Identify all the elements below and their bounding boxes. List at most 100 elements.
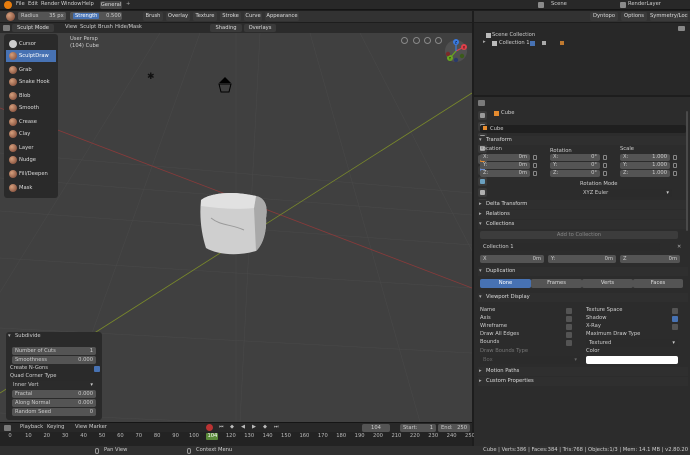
scale-x-field[interactable]: X: 1.000 [620, 154, 670, 161]
dup-none-button[interactable]: None [480, 279, 531, 288]
location-z-field[interactable]: Z: 0m [480, 170, 530, 177]
vd-color-swatch[interactable] [586, 356, 678, 364]
jump-end-icon[interactable]: ⏭ [274, 424, 279, 431]
play-icon[interactable]: ▶ [252, 424, 256, 430]
rotation-z-field[interactable]: Z: 0° [550, 170, 600, 177]
tool-cursor[interactable]: Cursor [6, 38, 56, 50]
vd-alledges-checkbox[interactable] [566, 332, 572, 338]
dup-faces-button[interactable]: Faces [633, 279, 683, 288]
lock-icon[interactable] [603, 163, 607, 168]
add-to-collection-button[interactable]: Add to Collection [480, 231, 678, 239]
scale-z-field[interactable]: Z: 1.000 [620, 170, 670, 177]
outliner-scene-collection[interactable]: Scene Collection [492, 32, 535, 39]
tool-nudge[interactable]: Nudge [6, 154, 56, 166]
symmetry-menu[interactable]: Symmetry/Lock [650, 12, 688, 21]
lock-icon[interactable] [533, 163, 537, 168]
motion-paths-panel[interactable]: ▸ Motion Paths [478, 367, 688, 376]
rotation-mode-select[interactable]: XYZ Euler ▾ [580, 189, 672, 197]
end-frame-field[interactable]: End: 250 [438, 424, 470, 432]
smoothness-field[interactable]: Smoothness 0.000 [12, 356, 96, 364]
vd-texspace-checkbox[interactable] [672, 308, 678, 314]
blender-logo-icon[interactable] [4, 1, 12, 9]
vd-bounds-checkbox[interactable] [566, 340, 572, 346]
collection-remove-icon[interactable]: ✕ [677, 244, 681, 250]
properties-tab-0-icon[interactable] [478, 111, 487, 120]
rotation-y-field[interactable]: Y: 0° [550, 162, 600, 169]
object-name-field[interactable]: Cube [480, 125, 686, 133]
timeline-view-menu[interactable]: View [75, 424, 87, 431]
overlay-menu[interactable]: Overlay [166, 12, 190, 21]
random-seed-field[interactable]: Random Seed 0 [12, 408, 96, 416]
scene-name[interactable]: Scene [551, 1, 567, 8]
outliner-expand-icon[interactable]: ▸ [483, 39, 486, 46]
menu-edit[interactable]: Edit [28, 1, 38, 8]
play-reverse-icon[interactable]: ◀ [241, 424, 245, 430]
viewport-display-panel[interactable]: ▾ Viewport Display [478, 293, 688, 302]
editor-type-icon[interactable] [3, 25, 10, 31]
outliner-filter-icon[interactable] [678, 26, 685, 31]
start-frame-field[interactable]: Start: 1 [400, 424, 436, 432]
collection-offset-z[interactable]: Z 0m [620, 255, 680, 263]
lock-icon[interactable] [603, 171, 607, 176]
timeline-ruler[interactable]: 0 10 20 30 40 50 60 70 80 90 100 104 120 130 140 150 160… [0, 432, 475, 446]
camera-icon[interactable] [216, 77, 234, 93]
lock-icon[interactable] [603, 155, 607, 160]
brush-preview-icon[interactable] [6, 12, 15, 21]
restrict-icon-2[interactable] [560, 41, 564, 45]
exclude-checkbox-icon[interactable] [530, 41, 535, 46]
light-icon[interactable]: ✱ [147, 73, 155, 82]
outliner-collection-1[interactable]: Collection 1 [499, 40, 530, 47]
lock-icon[interactable] [673, 171, 677, 176]
create-ngons-checkbox[interactable] [94, 366, 100, 372]
vd-maxdraw-select[interactable]: Textured ▾ [586, 339, 678, 347]
menu-sculpt[interactable]: Sculpt [80, 24, 96, 31]
mode-select[interactable]: Sculpt Mode [12, 24, 54, 32]
add-workspace-icon[interactable]: + [126, 1, 130, 7]
transform-panel-header[interactable]: ▾ Transform [478, 136, 688, 145]
sculpted-cube[interactable] [196, 188, 271, 258]
menu-help[interactable]: Help [82, 1, 94, 8]
strength-field[interactable]: Strength 0.500 [70, 12, 122, 20]
lock-icon[interactable] [533, 171, 537, 176]
vd-wireframe-checkbox[interactable] [566, 324, 572, 330]
fractal-field[interactable]: Fractal 0.000 [12, 390, 96, 398]
curve-menu[interactable]: Curve [244, 12, 262, 21]
tool-sculptdraw[interactable]: SculptDraw [6, 50, 56, 62]
next-key-icon[interactable]: ◆ [263, 424, 267, 430]
duplication-panel[interactable]: ▾ Duplication [478, 267, 688, 276]
tool-grab[interactable]: Grab [6, 64, 56, 76]
dup-frames-button[interactable]: Frames [531, 279, 582, 288]
lock-icon[interactable] [673, 155, 677, 160]
tool-mask[interactable]: Mask [6, 182, 56, 194]
lock-icon[interactable] [673, 163, 677, 168]
properties-tab-7-icon[interactable] [478, 188, 487, 197]
current-frame-field[interactable]: 104 [362, 424, 390, 432]
current-frame-marker[interactable]: 104 [206, 433, 219, 440]
shading-menu[interactable]: Shading [210, 24, 242, 32]
appearance-menu[interactable]: Appearance [265, 12, 299, 21]
brush-menu[interactable]: Brush [143, 12, 163, 21]
menu-file[interactable]: File [16, 1, 25, 8]
menu-hidemask[interactable]: Hide/Mask [115, 24, 142, 31]
menu-view[interactable]: View [65, 24, 77, 31]
location-x-field[interactable]: X: 0m [480, 154, 530, 161]
perspective-toggle-icon[interactable] [435, 37, 442, 44]
timeline-keying-menu[interactable]: Keying [47, 424, 64, 431]
prev-key-icon[interactable]: ◆ [230, 424, 234, 430]
tool-smooth[interactable]: Smooth [6, 102, 56, 114]
quad-corner-select[interactable]: Inner Vert ▾ [10, 381, 96, 389]
collections-panel[interactable]: ▾ Collections [478, 220, 688, 229]
timeline-marker-menu[interactable]: Marker [89, 424, 107, 431]
collection-offset-x[interactable]: X 0m [480, 255, 544, 263]
scale-y-field[interactable]: Y: 1.000 [620, 162, 670, 169]
menu-brush[interactable]: Brush [98, 24, 113, 31]
zoom-icon[interactable] [401, 37, 408, 44]
stroke-menu[interactable]: Stroke [220, 12, 241, 21]
dyntopo-menu[interactable]: Dyntopo [590, 12, 618, 21]
tool-blob[interactable]: Blob [6, 90, 56, 102]
radius-field[interactable]: Radius 35 px [18, 12, 66, 20]
vd-name-checkbox[interactable] [566, 308, 572, 314]
tool-layer[interactable]: Layer [6, 142, 56, 154]
vd-boundstype-select[interactable]: Box ▾ [480, 356, 580, 364]
delta-transform-panel[interactable]: ▸ Delta Transform [478, 200, 688, 209]
